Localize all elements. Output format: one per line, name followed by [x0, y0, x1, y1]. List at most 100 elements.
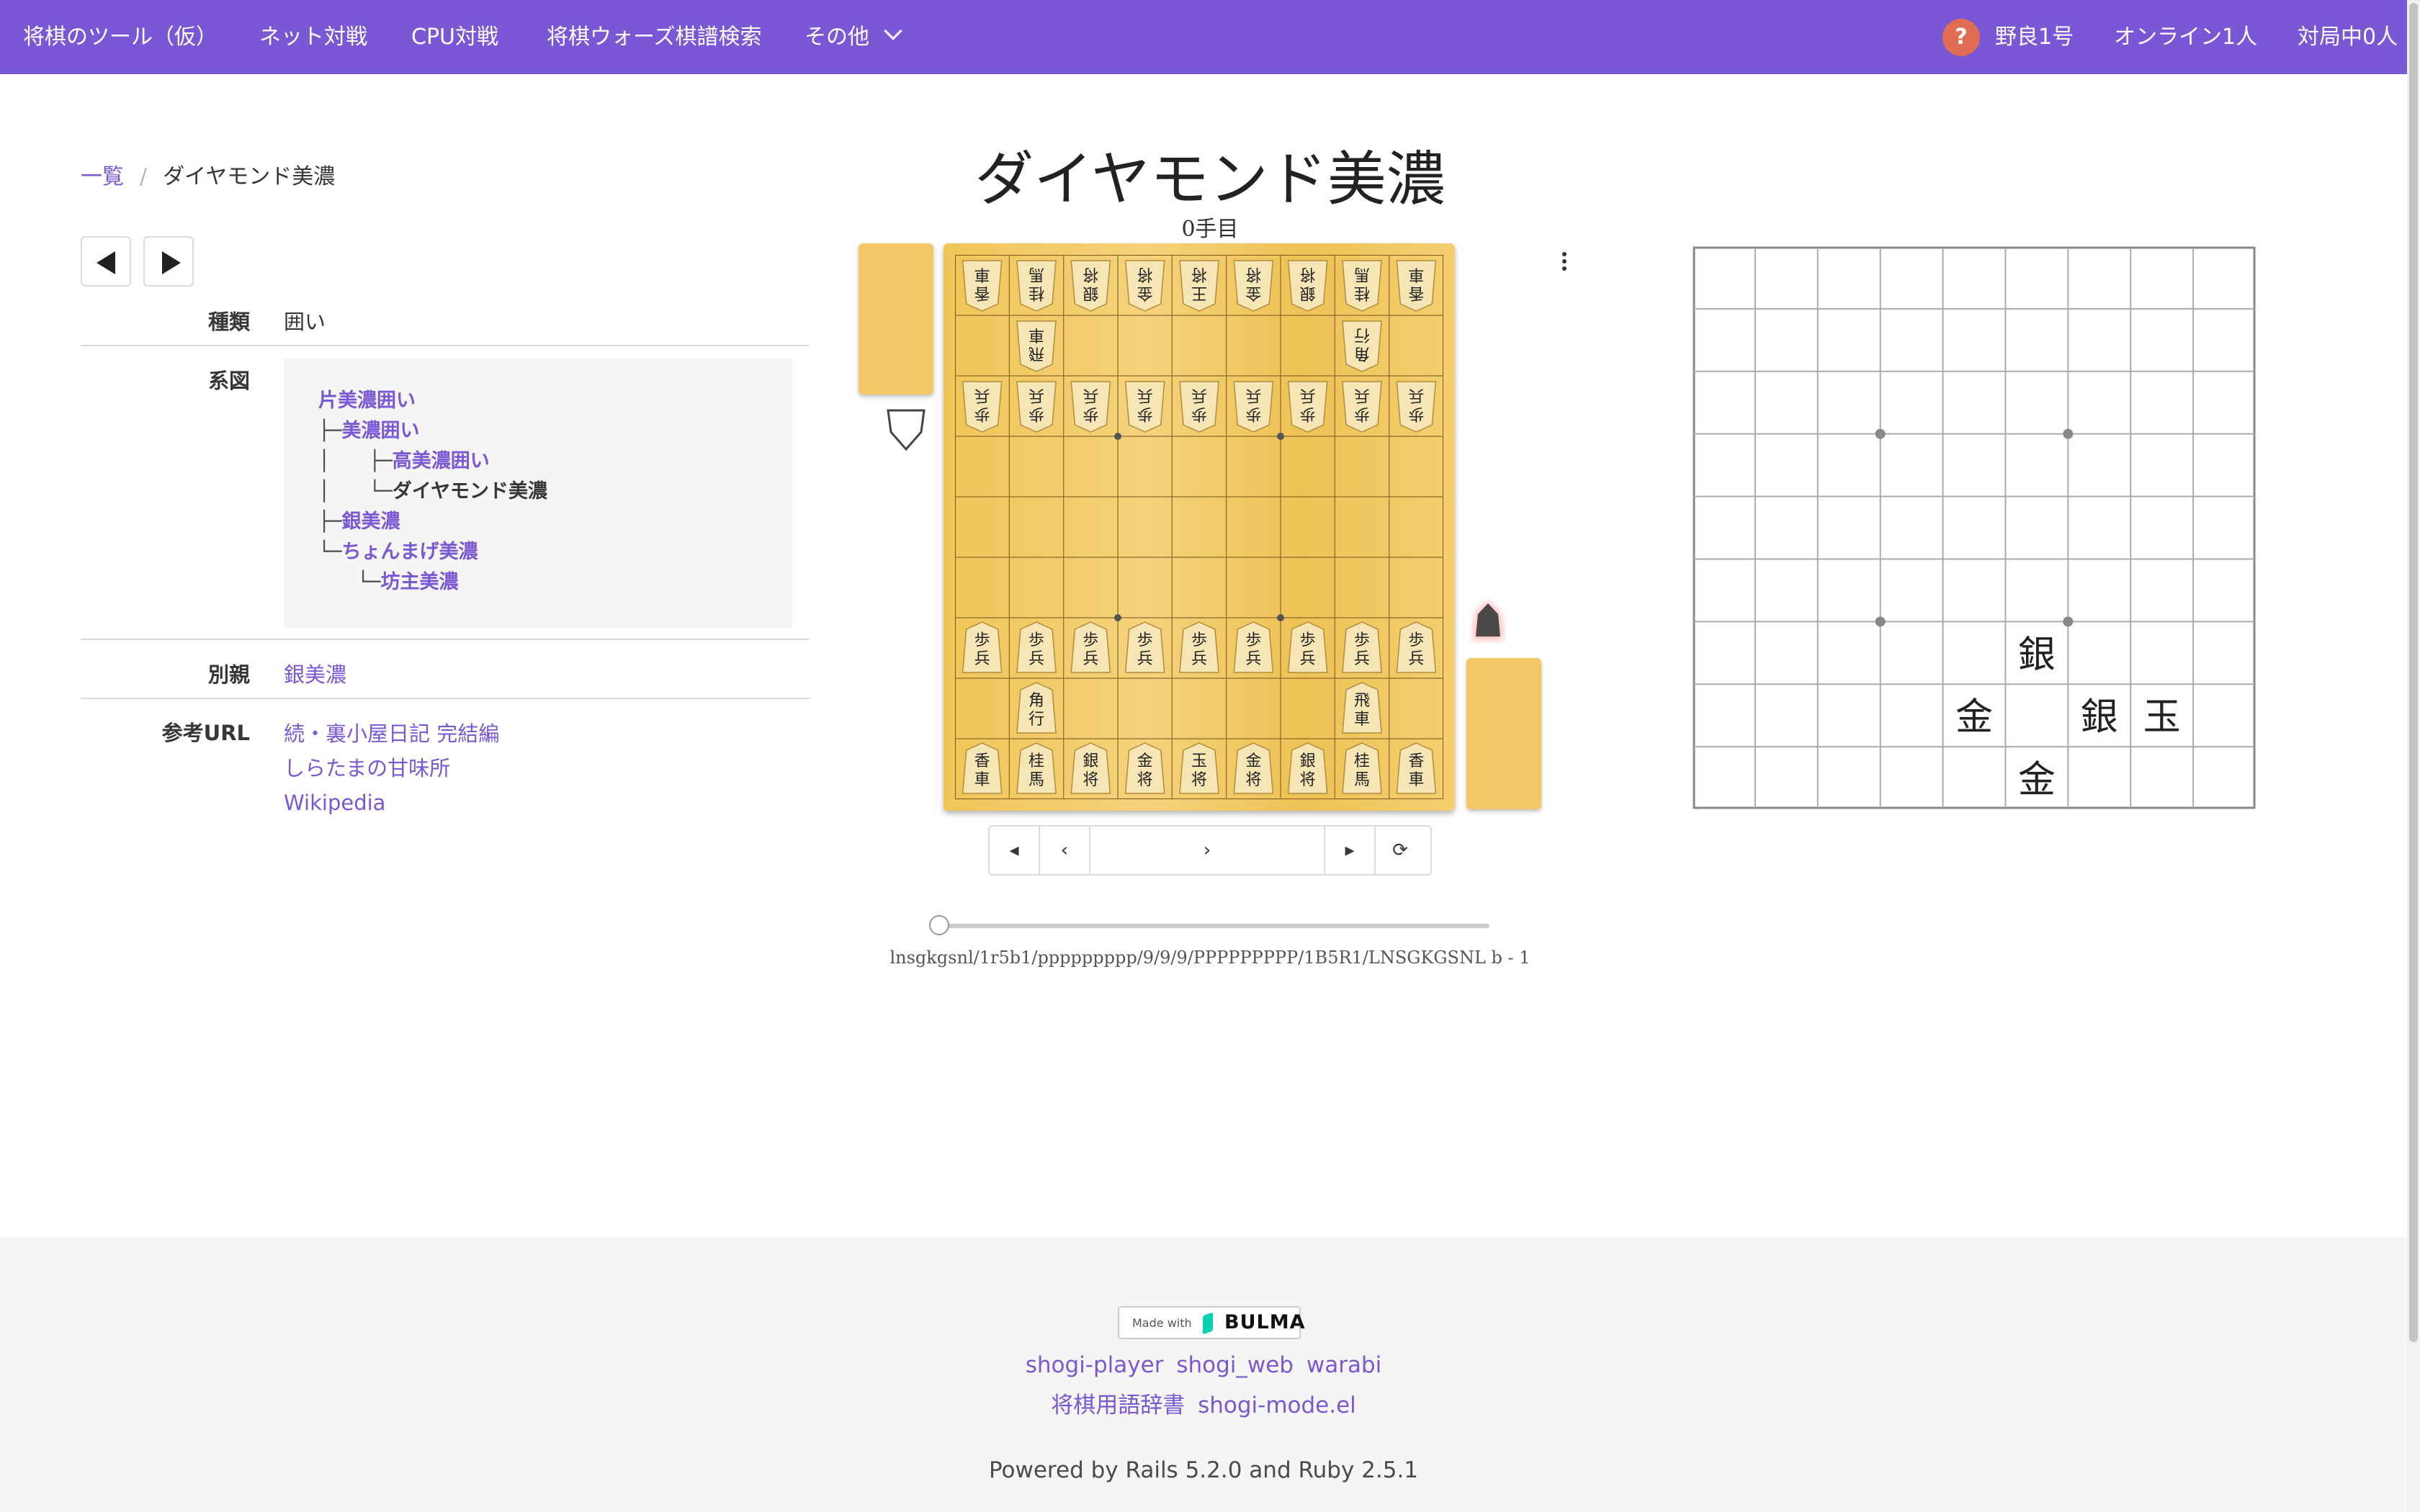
shogi-piece[interactable]: 桂馬	[1016, 260, 1057, 312]
piece-label: 歩	[1300, 405, 1316, 423]
shogi-piece[interactable]: 桂馬	[1342, 260, 1382, 312]
badge-small-text: Made with	[1132, 1316, 1192, 1330]
last-move-button[interactable]: ▸	[1325, 827, 1376, 874]
shogi-piece[interactable]: 香車	[1396, 742, 1437, 794]
shogi-piece[interactable]: 歩兵	[1396, 621, 1437, 673]
tree-label: 系図	[207, 369, 250, 393]
url-link-shiratama[interactable]: しらたまの甘味所	[284, 751, 499, 786]
tree-item: 片美濃囲い	[318, 384, 416, 413]
shogi-piece[interactable]: 歩兵	[1124, 621, 1165, 673]
scrollbar-thumb[interactable]	[2409, 3, 2418, 1342]
shogi-piece[interactable]: 金将	[1124, 742, 1165, 794]
url-link-ura-koya[interactable]: 続・裏小屋日記 完結編	[284, 716, 499, 751]
shogi-piece[interactable]: 歩兵	[1016, 621, 1057, 673]
shogi-piece[interactable]: 銀将	[1070, 742, 1111, 794]
tree-link[interactable]: 美濃囲い	[342, 420, 420, 442]
next-button[interactable]	[143, 236, 194, 287]
footer-link-shogi-web[interactable]: shogi_web	[1176, 1352, 1294, 1378]
online-count[interactable]: オンライン1人	[2114, 0, 2257, 74]
piece-label: 桂	[1354, 752, 1370, 770]
tree-link[interactable]: 銀美濃	[342, 510, 400, 533]
tree-link[interactable]: 坊主美濃	[381, 571, 459, 593]
nav-other-menu[interactable]: その他	[805, 0, 902, 74]
piece-label-2: 行	[1354, 325, 1370, 343]
shogi-piece[interactable]: 金将	[1124, 260, 1165, 312]
shogi-piece[interactable]: 歩兵	[1396, 381, 1437, 433]
shogi-piece[interactable]: 香車	[962, 742, 1003, 794]
shogi-piece[interactable]: 飛車	[1016, 320, 1057, 372]
piece-label: 金	[1245, 284, 1261, 302]
nav-wars-search[interactable]: 将棋ウォーズ棋譜検索	[547, 0, 762, 74]
nav-cpu-match[interactable]: CPU対戦	[411, 0, 498, 74]
nav-brand[interactable]: 将棋のツール（仮）	[23, 0, 218, 74]
shogi-piece[interactable]: 歩兵	[1124, 381, 1165, 433]
page-title: ダイヤモンド美濃	[974, 145, 1446, 214]
next-move-button[interactable]: ›	[1090, 827, 1325, 874]
shogi-piece[interactable]: 歩兵	[1233, 621, 1274, 673]
shogi-piece[interactable]: 歩兵	[1287, 621, 1328, 673]
shogi-piece[interactable]: 歩兵	[1070, 621, 1111, 673]
piece-label: 歩	[1354, 631, 1370, 649]
top-navbar: 将棋のツール（仮） ネット対戦 CPU対戦 将棋ウォーズ棋譜検索 その他 ? 野…	[0, 0, 2420, 74]
previous-button[interactable]	[81, 236, 131, 287]
breadcrumb-list-link[interactable]: 一覧	[81, 164, 124, 189]
shogi-piece[interactable]: 桂馬	[1342, 742, 1382, 794]
shogi-piece[interactable]: 歩兵	[1287, 381, 1328, 433]
shogi-piece[interactable]: 香車	[962, 260, 1003, 312]
footer-link-glossary[interactable]: 将棋用語辞書	[1051, 1392, 1185, 1418]
tree-link[interactable]: 片美濃囲い	[318, 390, 416, 412]
shogi-board[interactable]: 香車桂馬銀将金将王将金将銀将桂馬香車飛車角行歩兵歩兵歩兵歩兵歩兵歩兵歩兵歩兵歩兵…	[944, 243, 1455, 811]
move-slider-handle[interactable]	[929, 915, 949, 935]
more-options-icon[interactable]	[1562, 252, 1567, 274]
shogi-piece[interactable]: 歩兵	[1342, 381, 1382, 433]
chevron-down-icon	[884, 22, 902, 40]
move-slider-track[interactable]	[936, 924, 1489, 928]
shogi-piece[interactable]: 歩兵	[962, 621, 1003, 673]
tree-link[interactable]: 高美濃囲い	[393, 450, 490, 472]
footer-link-shogi-mode[interactable]: shogi-mode.el	[1198, 1392, 1356, 1418]
shogi-piece[interactable]: 香車	[1396, 260, 1437, 312]
piece-label: 桂	[1028, 752, 1044, 770]
playing-count[interactable]: 対局中0人	[2298, 0, 2398, 74]
powered-by-text: Powered by Rails 5.2.0 and Ruby 2.5.1	[988, 1457, 1419, 1483]
shogi-piece[interactable]: 歩兵	[1342, 621, 1382, 673]
piece-label-2: 車	[974, 265, 990, 283]
piece-label-2: 将	[1300, 265, 1316, 283]
gote-piece-stand[interactable]	[859, 243, 933, 395]
first-move-button[interactable]: ◂	[990, 827, 1040, 874]
sente-piece-stand[interactable]	[1466, 658, 1541, 809]
shogi-piece[interactable]: 角行	[1342, 320, 1382, 372]
footer-link-shogi-player[interactable]: shogi-player	[1026, 1352, 1164, 1378]
board-grid[interactable]: 香車桂馬銀将金将王将金将銀将桂馬香車飛車角行歩兵歩兵歩兵歩兵歩兵歩兵歩兵歩兵歩兵…	[955, 255, 1443, 799]
url-label: 参考URL	[161, 721, 250, 745]
tree-link[interactable]: ちょんまげ美濃	[342, 541, 478, 563]
url-link-wikipedia[interactable]: Wikipedia	[284, 786, 499, 820]
divider	[81, 639, 810, 640]
footer-link-warabi[interactable]: warabi	[1307, 1352, 1381, 1378]
help-icon[interactable]: ?	[1942, 19, 1980, 56]
prev-move-button[interactable]: ‹	[1040, 827, 1090, 874]
shogi-piece[interactable]: 歩兵	[1179, 381, 1219, 433]
shogi-piece[interactable]: 歩兵	[1070, 381, 1111, 433]
shogi-piece[interactable]: 銀将	[1070, 260, 1111, 312]
shogi-piece[interactable]: 歩兵	[1016, 381, 1057, 433]
parent-link[interactable]: 銀美濃	[284, 658, 346, 688]
nav-net-match[interactable]: ネット対戦	[259, 0, 367, 74]
shogi-piece[interactable]: 金将	[1233, 742, 1274, 794]
shogi-piece[interactable]: 飛車	[1342, 682, 1382, 734]
made-with-bulma-badge[interactable]: Made with BULMA	[1118, 1306, 1304, 1339]
shogi-piece[interactable]: 金将	[1233, 260, 1274, 312]
shogi-piece[interactable]: 王将	[1179, 260, 1219, 312]
user-name[interactable]: 野良1号	[1995, 0, 2074, 74]
shogi-piece[interactable]: 桂馬	[1016, 742, 1057, 794]
flip-board-button[interactable]: ⟳	[1376, 827, 1425, 874]
shogi-piece[interactable]: 銀将	[1287, 260, 1328, 312]
shogi-piece[interactable]: 歩兵	[962, 381, 1003, 433]
shogi-piece[interactable]: 角行	[1016, 682, 1057, 734]
shogi-piece[interactable]: 銀将	[1287, 742, 1328, 794]
shogi-piece[interactable]: 歩兵	[1233, 381, 1274, 433]
shogi-piece[interactable]: 玉将	[1179, 742, 1219, 794]
shogi-piece[interactable]: 歩兵	[1179, 621, 1219, 673]
diagram-piece: 金	[1955, 696, 1993, 739]
piece-label-2: 兵	[1191, 386, 1207, 404]
